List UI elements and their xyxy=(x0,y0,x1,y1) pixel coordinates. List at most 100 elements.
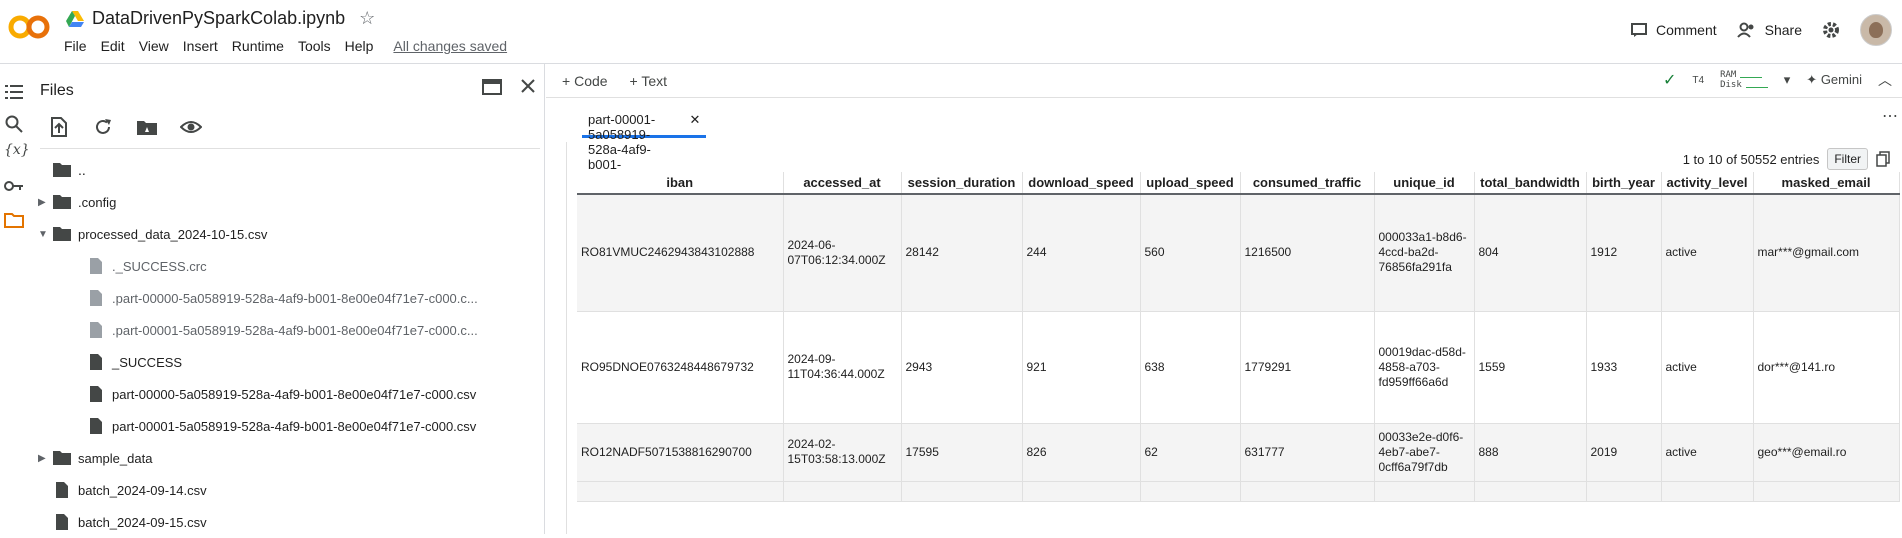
file-tree-item[interactable]: batch_2024-09-14.csv xyxy=(28,474,545,506)
file-tree-item[interactable]: .. xyxy=(28,154,545,186)
search-icon[interactable] xyxy=(4,114,24,134)
caret-right-icon[interactable]: ▶ xyxy=(38,453,48,464)
file-icon xyxy=(90,290,102,306)
chevron-up-icon[interactable]: ︿ xyxy=(1878,70,1892,90)
variables-icon[interactable]: {x} xyxy=(4,142,30,162)
menu-edit[interactable]: Edit xyxy=(101,38,125,54)
file-tree-item[interactable]: _SUCCESS xyxy=(28,346,545,378)
file-tree: .. ▶ .config ▼ processed_data_2024-10-15.csv… xyxy=(28,154,545,538)
file-tree-item[interactable]: ▶ sample_data xyxy=(28,442,545,474)
table-cell: 2019 xyxy=(1586,423,1662,482)
resource-meter[interactable]: RAM Disk xyxy=(1720,70,1768,90)
sparkle-icon: ✦ xyxy=(1806,72,1818,87)
table-cell: active xyxy=(1661,194,1754,312)
column-header-total-bandwidth[interactable]: total_bandwidth xyxy=(1474,172,1587,195)
left-rail: {x} xyxy=(0,64,30,534)
column-header-birth-year[interactable]: birth_year xyxy=(1586,172,1662,195)
menu-bar: File Edit View Insert Runtime Tools Help… xyxy=(64,38,507,54)
table-cell xyxy=(1022,481,1141,502)
caret-right-icon[interactable]: ▶ xyxy=(38,197,48,208)
table-row[interactable]: RO95DNOE0763248448679732 2024-09-11T04:36… xyxy=(577,311,1900,424)
close-tab-icon[interactable]: ✕ xyxy=(689,112,700,127)
table-cell: 00019dac-d58d-4858-a703-fd959ff66a6d xyxy=(1374,311,1475,424)
save-status[interactable]: All changes saved xyxy=(393,38,507,54)
data-table: iban accessed_at session_duration download_… xyxy=(577,172,1900,502)
add-code-button[interactable]: + Code xyxy=(562,73,608,89)
key-icon[interactable] xyxy=(4,176,24,196)
table-cell: 1216500 xyxy=(1240,194,1375,312)
menu-tools[interactable]: Tools xyxy=(298,38,331,54)
table-of-contents-icon[interactable] xyxy=(4,82,24,102)
table-row[interactable] xyxy=(577,481,1900,502)
show-hidden-files-icon[interactable] xyxy=(180,116,202,138)
table-cell: 1559 xyxy=(1474,311,1587,424)
table-cell: 1933 xyxy=(1586,311,1662,424)
avatar[interactable] xyxy=(1860,14,1892,46)
table-cell: 00033e2e-d0f6-4eb7-abe7-0cff6a79f7db xyxy=(1374,423,1475,482)
file-tree-item[interactable]: batch_2024-09-15.csv xyxy=(28,506,545,538)
file-tree-item[interactable]: ▼ processed_data_2024-10-15.csv xyxy=(28,218,545,250)
file-tree-item[interactable]: ._SUCCESS.crc xyxy=(28,250,545,282)
table-cell: mar***@gmail.com xyxy=(1753,194,1900,312)
column-header-session-duration[interactable]: session_duration xyxy=(901,172,1023,195)
star-icon[interactable]: ☆ xyxy=(359,8,375,29)
table-cell xyxy=(577,481,784,502)
caret-down-icon[interactable]: ▼ xyxy=(38,229,48,240)
file-tree-item[interactable]: .part-00001-5a058919-528a-4af9-b001-8e00… xyxy=(28,314,545,346)
table-cell: 17595 xyxy=(901,423,1023,482)
file-icon xyxy=(90,418,102,434)
column-header-consumed-traffic[interactable]: consumed_traffic xyxy=(1240,172,1375,195)
file-tree-item[interactable]: part-00000-5a058919-528a-4af9-b001-8e00e… xyxy=(28,378,545,410)
table-cell: 000033a1-b8d6-4ccd-ba2d-76856fa291fa xyxy=(1374,194,1475,312)
file-tree-label: sample_data xyxy=(78,450,153,466)
add-text-button[interactable]: + Text xyxy=(630,73,668,89)
gemini-button[interactable]: ✦ Gemini xyxy=(1806,72,1862,88)
table-row[interactable]: RO12NADF5071538816290700 2024-02-15T03:58… xyxy=(577,423,1900,482)
disk-label: Disk xyxy=(1720,80,1742,90)
table-cell: 631777 xyxy=(1240,423,1375,482)
file-tree-item[interactable]: .part-00000-5a058919-528a-4af9-b001-8e00… xyxy=(28,282,545,314)
column-header-iban[interactable]: iban xyxy=(577,172,784,195)
folder-icon[interactable] xyxy=(4,210,24,230)
refresh-icon[interactable] xyxy=(92,116,114,138)
filter-button[interactable]: Filter xyxy=(1827,148,1868,170)
files-divider xyxy=(40,148,540,149)
column-header-accessed-at[interactable]: accessed_at xyxy=(783,172,902,195)
file-icon xyxy=(90,354,102,370)
tab-csv-file[interactable]: part-00001-5a058919-528a-4af9-b001-8e00e… xyxy=(582,104,707,202)
chevron-down-icon[interactable]: ▾ xyxy=(1784,72,1791,88)
connected-check-icon: ✓ xyxy=(1662,72,1677,89)
file-tree-label: .part-00001-5a058919-528a-4af9-b001-8e00… xyxy=(112,322,478,338)
open-in-new-window-icon[interactable] xyxy=(482,78,502,96)
table-cell xyxy=(1374,481,1475,502)
file-tree-item[interactable]: part-00001-5a058919-528a-4af9-b001-8e00e… xyxy=(28,410,545,442)
gemini-label: Gemini xyxy=(1820,72,1862,87)
column-header-download-speed[interactable]: download_speed xyxy=(1022,172,1141,195)
google-drive-icon[interactable] xyxy=(66,10,84,27)
gear-icon[interactable] xyxy=(1822,21,1840,39)
menu-file[interactable]: File xyxy=(64,38,87,54)
runtime-type[interactable]: T4 xyxy=(1692,75,1704,86)
colab-logo[interactable] xyxy=(8,12,50,42)
upload-icon[interactable] xyxy=(48,116,70,138)
copy-icon[interactable] xyxy=(1876,151,1890,167)
file-tree-item[interactable]: ▶ .config xyxy=(28,186,545,218)
more-options-icon[interactable]: ⋯ xyxy=(1882,106,1898,126)
menu-runtime[interactable]: Runtime xyxy=(232,38,284,54)
column-header-activity-level[interactable]: activity_level xyxy=(1661,172,1754,195)
menu-insert[interactable]: Insert xyxy=(183,38,218,54)
table-cell: 28142 xyxy=(901,194,1023,312)
column-header-unique-id[interactable]: unique_id xyxy=(1374,172,1475,195)
menu-view[interactable]: View xyxy=(139,38,169,54)
notebook-title[interactable]: DataDrivenPySparkColab.ipynb xyxy=(92,8,345,29)
close-icon[interactable] xyxy=(520,78,536,94)
comment-button[interactable]: Comment xyxy=(1630,21,1717,39)
table-row[interactable]: RO81VMUC2462943843102888 2024-06-07T06:12… xyxy=(577,194,1900,312)
share-button[interactable]: Share xyxy=(1736,21,1802,39)
column-header-masked-email[interactable]: masked_email xyxy=(1753,172,1900,195)
notebook-toolbar: + Code + Text ✓ T4 RAM Disk ▾ ✦ Gemini ︿ xyxy=(546,64,1902,98)
menu-help[interactable]: Help xyxy=(345,38,374,54)
mount-drive-icon[interactable] xyxy=(136,116,158,138)
add-text-label: Text xyxy=(641,73,668,89)
column-header-upload-speed[interactable]: upload_speed xyxy=(1140,172,1241,195)
